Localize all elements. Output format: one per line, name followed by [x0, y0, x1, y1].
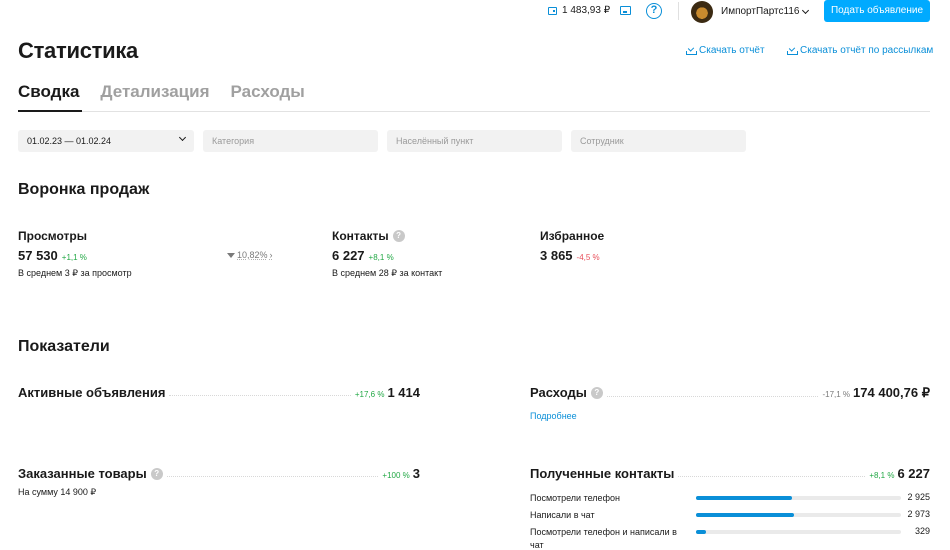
balance-amount: 1 483,93 ₽ [562, 5, 611, 16]
category-select[interactable]: Категория [203, 130, 378, 152]
contacts-label-group: Контакты ? [332, 229, 405, 243]
views-value: 57 530 [18, 248, 58, 263]
download-icon [686, 46, 697, 55]
chevron-down-icon [178, 133, 187, 142]
tab-bar: Сводка Детализация Расходы [18, 82, 305, 102]
contacts-value-group: 6 227 +8,1 % [332, 248, 394, 263]
contact-bar-fill [696, 513, 795, 517]
contacts-delta: +8,1 % [368, 253, 394, 262]
download-mailing-label: Скачать отчёт по рассылкам [800, 45, 934, 56]
received-contacts-row: Полученные контакты +8,1 % 6 227 [530, 466, 930, 481]
contact-breakdown-row: Написали в чат 2 973 [530, 509, 930, 523]
user-menu[interactable]: ИмпортПартс116 [721, 6, 810, 17]
tab-expenses[interactable]: Расходы [231, 82, 305, 102]
help-icon[interactable]: ? [646, 3, 662, 19]
ordered-goods-note: На сумму 14 900 ₽ [18, 487, 97, 497]
ordered-goods-value: 3 [412, 466, 420, 481]
active-ads-delta: +17,6 % [354, 390, 385, 399]
favorites-value: 3 865 [540, 248, 573, 263]
contacts-note: В среднем 28 ₽ за контакт [332, 268, 443, 278]
date-range-select[interactable]: 01.02.23 — 01.02.24 [18, 130, 194, 152]
info-icon[interactable]: ? [392, 230, 405, 242]
favorites-delta: -4,5 % [576, 253, 600, 262]
expenses-label-group: Расходы ? [530, 385, 603, 400]
received-contacts-label: Полученные контакты [530, 466, 675, 481]
chevron-right-icon: › [269, 250, 273, 260]
ordered-goods-label-group: Заказанные товары ? [18, 466, 163, 481]
contacts-label: Контакты [332, 229, 389, 243]
dotted-leader [169, 395, 351, 396]
active-ads-label: Активные объявления [18, 385, 166, 400]
contact-row-value: 329 [914, 526, 930, 536]
dotted-leader [606, 396, 819, 397]
contact-row-value: 2 973 [907, 509, 930, 519]
wallet-balance[interactable]: 1 483,93 ₽ [548, 5, 610, 16]
ordered-goods-delta: +100 % [382, 471, 410, 480]
avatar[interactable] [691, 1, 713, 23]
dotted-leader [678, 476, 866, 477]
contact-bar-track [696, 513, 901, 517]
post-ad-button[interactable]: Подать объявление [824, 0, 930, 22]
download-report-label: Скачать отчёт [699, 45, 765, 56]
received-contacts-delta: +8,1 % [869, 471, 895, 480]
contact-bar-track [696, 496, 901, 500]
top-bar: 1 483,93 ₽ ? ИмпортПартс116 Подать объяв… [0, 0, 950, 24]
tab-summary[interactable]: Сводка [18, 82, 79, 102]
contact-bar-fill [696, 496, 793, 500]
expenses-details-link[interactable]: Подробнее [530, 411, 577, 421]
contacts-value: 6 227 [332, 248, 365, 263]
download-mailing-report-link[interactable]: Скачать отчёт по рассылкам [787, 45, 933, 56]
favorites-value-group: 3 865 -4,5 % [540, 248, 600, 263]
info-icon[interactable]: ? [150, 467, 163, 480]
contact-row-value: 2 925 [907, 492, 930, 502]
conversion-rate[interactable]: 10,82% › [227, 250, 273, 260]
metrics-title: Показатели [18, 338, 110, 355]
views-delta: +1,1 % [61, 253, 87, 262]
page-title: Статистика [18, 38, 138, 63]
received-contacts-value: 6 227 [897, 466, 930, 481]
expenses-row: Расходы ? -17,1 % 174 400,76 ₽ [530, 385, 930, 401]
city-select[interactable]: Населённый пункт [387, 130, 562, 152]
contact-breakdown-row: Посмотрели телефон 2 925 [530, 492, 930, 506]
contact-row-label: Написали в чат [530, 510, 595, 520]
chevron-down-icon [802, 6, 810, 14]
active-ads-row: Активные объявления +17,6 % 1 414 [18, 385, 420, 400]
funnel-title: Воронка продаж [18, 181, 150, 198]
card-icon[interactable] [620, 6, 631, 15]
dotted-leader [166, 476, 379, 477]
employee-select[interactable]: Сотрудник [571, 130, 746, 152]
views-note: В среднем 3 ₽ за просмотр [18, 268, 132, 278]
expenses-delta: -17,1 % [822, 390, 851, 399]
ordered-goods-row: Заказанные товары ? +100 % 3 [18, 466, 420, 481]
tabs-divider [18, 111, 930, 112]
views-label: Просмотры [18, 229, 88, 243]
favorites-label: Избранное [540, 229, 605, 243]
divider [678, 2, 679, 20]
wallet-icon [548, 6, 557, 15]
contact-bar-track [696, 530, 901, 534]
funnel-icon [227, 252, 235, 258]
active-ads-value: 1 414 [387, 385, 420, 400]
user-name: ИмпортПартс116 [721, 6, 800, 17]
download-icon [787, 46, 798, 55]
contact-bar-fill [696, 530, 707, 534]
info-icon[interactable]: ? [590, 386, 603, 399]
contact-row-label: Посмотрели телефон [530, 493, 620, 503]
ordered-goods-label: Заказанные товары [18, 466, 147, 481]
contact-row-label: Посмотрели телефон и написали в чат [530, 527, 677, 550]
date-range-value: 01.02.23 — 01.02.24 [27, 136, 112, 146]
download-report-link[interactable]: Скачать отчёт [686, 45, 765, 56]
tab-details[interactable]: Детализация [100, 82, 209, 102]
contact-breakdown-row: Посмотрели телефон и написали в чат 329 [530, 526, 930, 550]
views-value-group: 57 530 +1,1 % [18, 248, 87, 263]
conversion-value: 10,82% [237, 250, 268, 260]
expenses-value: 174 400,76 ₽ [853, 385, 930, 400]
expenses-label: Расходы [530, 385, 587, 400]
active-tab-indicator [18, 110, 82, 112]
